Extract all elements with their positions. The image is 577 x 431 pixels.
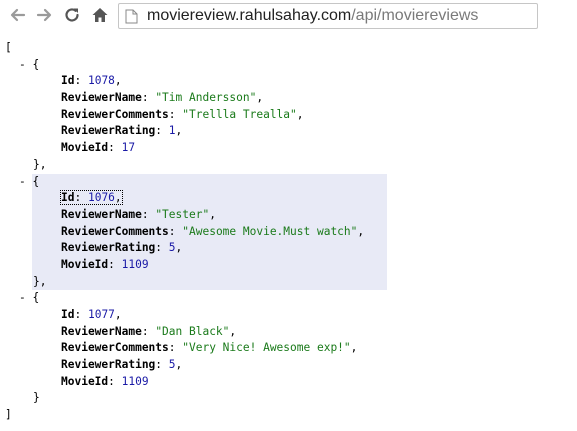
property-value: "Tester" — [155, 207, 210, 221]
json-property: ReviewerRating: 5, — [61, 241, 183, 255]
property-key: MovieId — [61, 374, 109, 388]
url-host: moviereview.rahulsahay.com — [147, 7, 352, 24]
property-key: ReviewerComments — [61, 224, 169, 238]
property-key: MovieId — [61, 141, 109, 155]
home-icon — [91, 6, 109, 24]
property-key: ReviewerName — [61, 324, 142, 338]
back-arrow-icon — [9, 6, 27, 24]
property-value: "Awesome Movie.Must watch" — [182, 224, 358, 238]
json-property: ReviewerName: "Dan Black", — [61, 324, 237, 338]
back-button[interactable] — [7, 4, 29, 26]
forward-arrow-icon — [35, 6, 53, 24]
focused-property[interactable]: Id: 1076, — [60, 190, 123, 206]
json-property: ReviewerComments: "Very Nice! Awesome ex… — [61, 341, 358, 355]
property-value: 5 — [168, 358, 176, 372]
object-open-brace: { — [32, 291, 40, 305]
collapse-toggle[interactable]: - — [19, 58, 26, 71]
object-open-brace: { — [32, 174, 40, 188]
json-property: MovieId: 1109 — [61, 257, 149, 271]
json-property: Id: 1078, — [61, 74, 122, 88]
url-path: /api/moviereviews — [351, 7, 479, 24]
property-value: "Very Nice! Awesome exp!" — [182, 341, 351, 355]
property-key: ReviewerRating — [61, 241, 156, 255]
json-property: ReviewerRating: 1, — [61, 124, 183, 138]
object-close-brace: }, — [33, 274, 47, 288]
property-key: ReviewerRating — [61, 124, 156, 138]
property-value: 17 — [121, 141, 136, 155]
json-property: ReviewerName: "Tim Andersson", — [61, 91, 264, 105]
property-key: Id — [61, 308, 75, 321]
browser-toolbar: moviereview.rahulsahay.com/api/movierevi… — [0, 0, 577, 34]
property-key: ReviewerComments — [61, 107, 169, 121]
object-close-brace: }, — [33, 157, 47, 171]
array-open-bracket: [ — [5, 41, 12, 54]
page-icon — [125, 9, 138, 29]
property-value: 1077 — [87, 308, 115, 321]
property-value: 1109 — [121, 257, 149, 271]
json-property: ReviewerComments: "Trellla Trealla", — [61, 107, 304, 121]
property-key: ReviewerName — [61, 91, 142, 105]
property-key: ReviewerComments — [61, 341, 169, 355]
property-value: 5 — [168, 241, 176, 255]
json-property: ReviewerComments: "Awesome Movie.Must wa… — [61, 224, 365, 238]
json-property: MovieId: 17 — [61, 141, 136, 155]
property-value: 1 — [168, 124, 176, 138]
collapse-toggle[interactable]: - — [19, 291, 26, 304]
url-text[interactable]: moviereview.rahulsahay.com/api/movierevi… — [147, 4, 478, 28]
address-bar[interactable]: moviereview.rahulsahay.com/api/movierevi… — [118, 3, 538, 29]
property-key: ReviewerRating — [61, 358, 156, 372]
property-value: 1078 — [87, 74, 115, 88]
json-object: - { Id: 1077, ReviewerName: "Dan Black",… — [0, 290, 577, 407]
reload-icon — [63, 6, 81, 24]
home-button[interactable] — [89, 4, 111, 26]
json-object-selected: - { Id: 1076, ReviewerName: "Tester", Re… — [0, 173, 577, 291]
property-value: "Tim Andersson" — [155, 91, 257, 105]
property-value: 1076 — [87, 191, 115, 205]
json-property: ReviewerRating: 5, — [61, 358, 183, 372]
collapse-toggle[interactable]: - — [19, 175, 26, 188]
property-value: "Trellla Trealla" — [182, 107, 297, 121]
reload-button[interactable] — [61, 4, 83, 26]
json-property: Id: 1077, — [61, 308, 122, 321]
json-viewer: [ - { Id: 1078, ReviewerName: "Tim Ander… — [0, 40, 577, 424]
json-property: ReviewerName: "Tester", — [61, 207, 216, 221]
property-key: ReviewerName — [61, 207, 142, 221]
forward-button[interactable] — [33, 4, 55, 26]
property-key: Id — [61, 191, 75, 205]
json-property: MovieId: 1109 — [61, 374, 149, 388]
object-open-brace: { — [32, 57, 40, 71]
object-close-brace: } — [33, 391, 40, 405]
array-close-bracket: ] — [5, 408, 12, 422]
json-object: - { Id: 1078, ReviewerName: "Tim Anderss… — [0, 57, 577, 174]
property-value: 1109 — [121, 374, 149, 388]
property-value: "Dan Black" — [155, 324, 230, 338]
json-property: Id: 1076, — [0, 190, 577, 207]
property-key: Id — [61, 74, 75, 88]
property-key: MovieId — [61, 257, 109, 271]
